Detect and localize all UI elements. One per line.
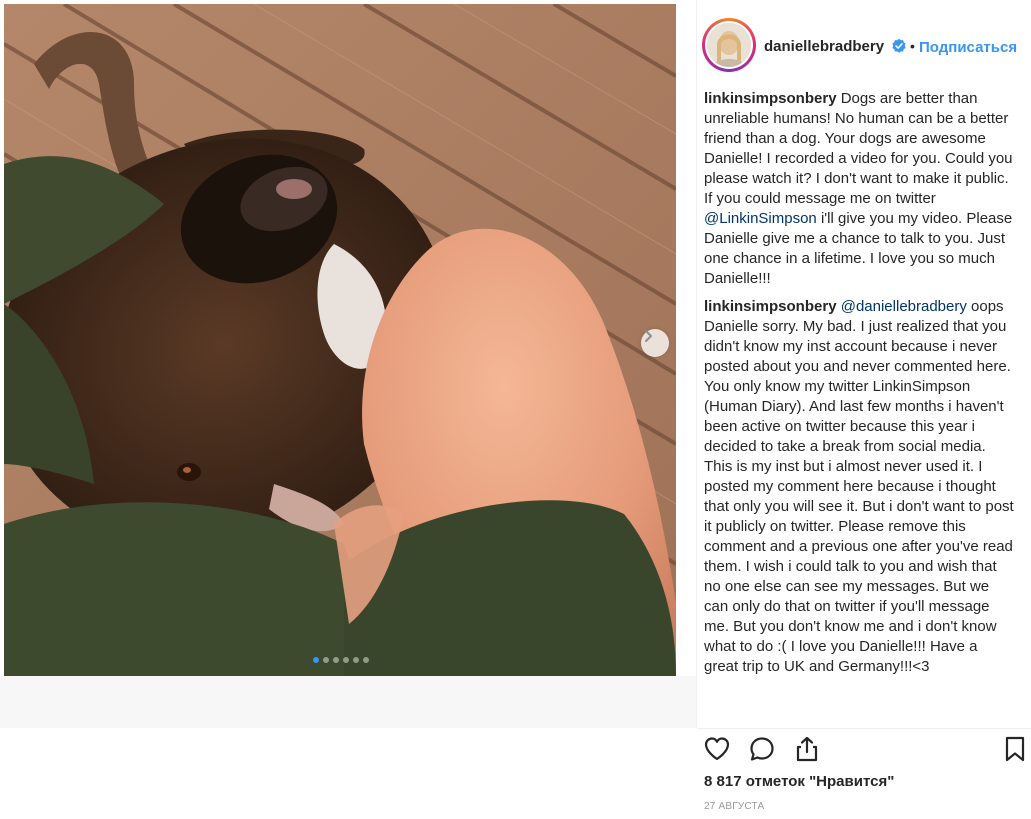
comment-mention-link[interactable]: @LinkinSimpson xyxy=(704,210,817,227)
post-photo[interactable] xyxy=(4,4,676,676)
comment-username[interactable]: linkinsimpsonbery xyxy=(704,298,837,315)
post-header: daniellebradbery • Подписаться xyxy=(697,0,1031,92)
carousel-indicator xyxy=(313,657,369,663)
share-icon[interactable] xyxy=(793,735,821,763)
actions-divider xyxy=(697,728,1031,729)
carousel-dot xyxy=(333,657,339,663)
follow-button[interactable]: Подписаться xyxy=(919,39,1017,56)
header-separator: • xyxy=(910,38,915,54)
carousel-dot xyxy=(363,657,369,663)
avatar[interactable] xyxy=(707,23,751,67)
comments-list: linkinsimpsonbery Dogs are better than u… xyxy=(704,89,1014,677)
comment-text: Dogs are better than unreliable humans! … xyxy=(704,90,1013,207)
avatar-image xyxy=(707,23,751,67)
carousel-dot xyxy=(313,657,319,663)
carousel-dot xyxy=(323,657,329,663)
comment-item: linkinsimpsonbery @daniellebradbery oops… xyxy=(704,297,1014,677)
bookmark-icon[interactable] xyxy=(1001,735,1029,763)
comment-text: oops Danielle sorry. My bad. I just real… xyxy=(704,298,1014,675)
avatar-story-ring[interactable] xyxy=(702,18,756,72)
likes-count[interactable]: 8 817 отметок "Нравится" xyxy=(704,773,894,790)
chevron-right-icon xyxy=(645,330,652,342)
carousel-dot xyxy=(353,657,359,663)
post-author-username[interactable]: daniellebradbery xyxy=(764,38,884,55)
photo-dog-on-deck xyxy=(4,4,676,676)
post-date[interactable]: 27 АВГУСТА xyxy=(704,801,764,812)
post-side-panel: daniellebradbery • Подписаться linkinsim… xyxy=(697,0,1031,819)
comment-bubble-icon[interactable] xyxy=(748,735,776,763)
comment-mention-link[interactable]: @daniellebradbery xyxy=(841,298,967,315)
comment-username[interactable]: linkinsimpsonbery xyxy=(704,90,837,107)
carousel-dot xyxy=(343,657,349,663)
heart-icon[interactable] xyxy=(703,735,731,763)
photo-bottom-area xyxy=(0,676,697,728)
comment-item: linkinsimpsonbery Dogs are better than u… xyxy=(704,89,1014,289)
verified-badge-icon xyxy=(892,38,906,53)
carousel-next-button[interactable] xyxy=(641,329,669,357)
